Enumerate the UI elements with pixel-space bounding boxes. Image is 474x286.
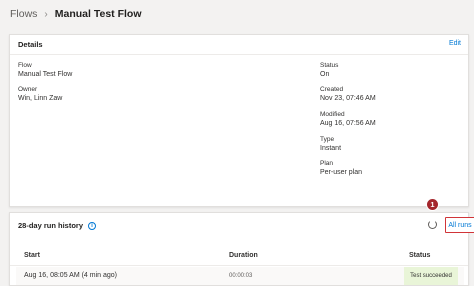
breadcrumb: Flows › Manual Test Flow: [10, 6, 142, 22]
table-row[interactable]: Aug 16, 08:05 AM (4 min ago) 00:00:03: [16, 267, 464, 285]
column-header-duration[interactable]: Duration: [229, 252, 258, 259]
details-card-header: Details Edit: [10, 35, 468, 55]
status-label: Status: [320, 62, 339, 69]
column-header-start[interactable]: Start: [24, 252, 40, 259]
page-title: Manual Test Flow: [54, 8, 142, 20]
flow-label: Flow: [18, 62, 32, 69]
created-value: Nov 23, 07:46 AM: [320, 95, 376, 102]
chevron-right-icon: ›: [44, 8, 48, 20]
table-header: Start Duration Status: [10, 246, 468, 266]
type-value: Instant: [320, 145, 342, 152]
details-title: Details: [18, 40, 43, 49]
edit-link[interactable]: Edit: [449, 40, 461, 47]
run-start-cell[interactable]: Aug 16, 08:05 AM (4 min ago): [24, 272, 117, 279]
column-header-status[interactable]: Status: [409, 252, 430, 259]
run-status-badge: Test succeeded: [404, 267, 458, 285]
owner-label: Owner: [18, 86, 38, 93]
details-card: Details Edit Flow Manual Test Flow Owner…: [9, 34, 469, 207]
plan-property: Plan Per-user plan: [320, 160, 362, 176]
step-number-badge: 1: [426, 198, 439, 211]
type-property: Type Instant: [320, 136, 341, 152]
all-runs-link[interactable]: All runs: [445, 217, 474, 233]
modified-label: Modified: [320, 111, 345, 118]
plan-label: Plan: [320, 160, 334, 167]
created-property: Created Nov 23, 07:46 AM: [320, 86, 376, 102]
run-history-card: 28-day run history i All runs Start Dura…: [9, 212, 474, 286]
modified-value: Aug 16, 07:56 AM: [320, 120, 376, 127]
run-history-title: 28-day run history i: [18, 221, 97, 230]
owner-value: Win, Linn Zaw: [18, 95, 63, 102]
plan-value: Per-user plan: [320, 169, 363, 176]
refresh-icon[interactable]: [428, 220, 437, 229]
flow-value: Manual Test Flow: [18, 71, 73, 78]
status-value: On: [320, 71, 330, 78]
run-history-title-text: 28-day run history: [18, 221, 84, 230]
created-label: Created: [320, 86, 344, 93]
breadcrumb-flows-link[interactable]: Flows: [10, 8, 37, 20]
flow-property: Flow Manual Test Flow: [18, 62, 72, 78]
status-property: Status On: [320, 62, 338, 78]
owner-property: Owner Win, Linn Zaw: [18, 86, 62, 102]
modified-property: Modified Aug 16, 07:56 AM: [320, 111, 376, 127]
info-icon[interactable]: i: [88, 221, 97, 230]
type-label: Type: [320, 136, 335, 143]
run-duration-cell: 00:00:03: [229, 273, 253, 279]
